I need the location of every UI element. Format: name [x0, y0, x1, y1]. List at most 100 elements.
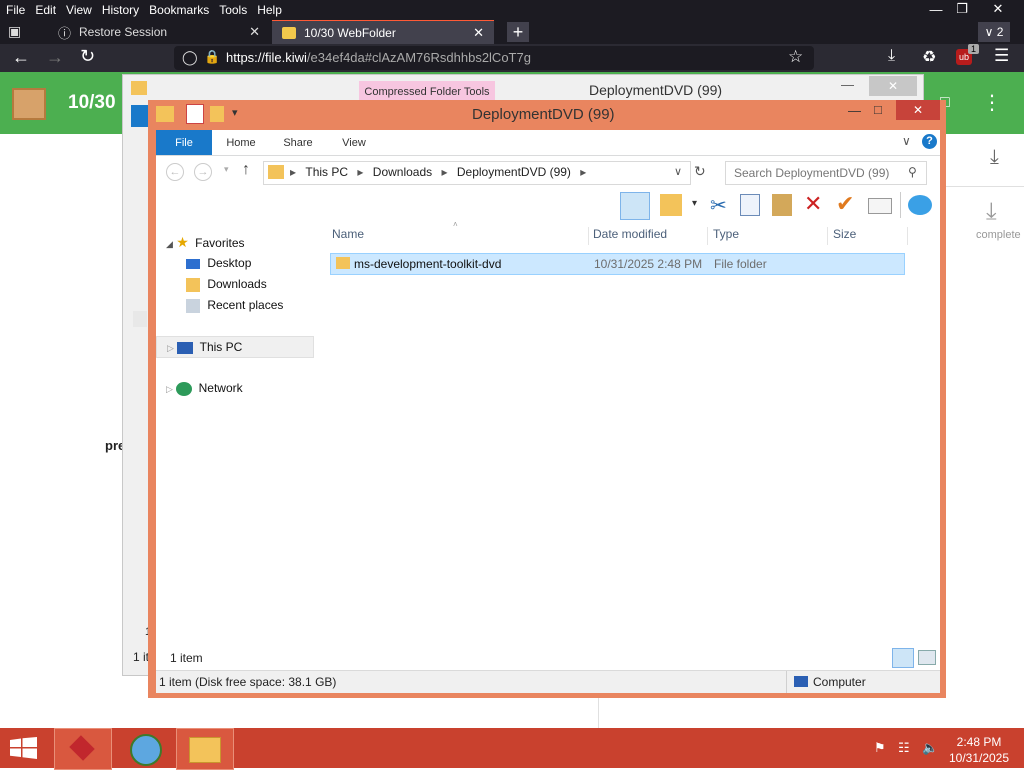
address-dropdown-icon[interactable]: ∨: [674, 165, 682, 178]
taskbar-file-explorer[interactable]: [176, 728, 234, 770]
shield-icon[interactable]: ◯: [182, 49, 198, 66]
folder-options-icon[interactable]: [660, 194, 682, 216]
url-bar[interactable]: ◯ 🔒 https://file.kiwi/e34ef4da#clAzAM76R…: [174, 46, 814, 70]
status-divider: [786, 671, 787, 693]
tab-home[interactable]: Home: [216, 130, 266, 155]
download-arrow-icon[interactable]: ⤓: [990, 146, 999, 169]
url-path: /e34ef4da#clAzAM76Rsdhhbs2lCoT7g: [306, 50, 531, 65]
nav-favorites[interactable]: ◢ ★ Favorites: [156, 232, 314, 252]
forward-icon[interactable]: →: [194, 163, 212, 181]
bookmark-star-icon[interactable]: ☆: [788, 47, 803, 67]
dropdown-icon[interactable]: ▾: [692, 198, 697, 209]
url-host: https://file.kiwi: [226, 50, 307, 65]
nav-network[interactable]: ▷ Network: [156, 378, 314, 398]
copy-icon[interactable]: [740, 194, 760, 216]
nav-desktop[interactable]: Desktop: [156, 253, 314, 273]
large-icons-view-icon[interactable]: [918, 650, 936, 665]
reload-icon[interactable]: ↻: [80, 46, 95, 67]
box-logo-icon: [12, 88, 46, 120]
details-view-icon[interactable]: [892, 648, 914, 668]
paste-icon[interactable]: [772, 194, 792, 216]
tab-file[interactable]: File: [156, 130, 212, 155]
up-arrow-icon[interactable]: ↑: [242, 161, 250, 179]
search-icon[interactable]: ⚲: [908, 165, 917, 179]
clock[interactable]: 2:48 PM 10/31/2025: [944, 734, 1014, 766]
check-icon[interactable]: ✔: [836, 191, 854, 217]
hamburger-menu-icon[interactable]: ☰: [994, 46, 1009, 66]
extensions-icon[interactable]: ♻: [922, 47, 936, 67]
windows-start-icon[interactable]: [10, 737, 38, 759]
column-date-modified[interactable]: Date modified: [593, 227, 708, 245]
more-vert-icon[interactable]: ⋮: [982, 90, 1002, 115]
nav-label: Desktop: [207, 256, 252, 270]
properties-icon[interactable]: [186, 104, 204, 124]
nav-recent-places[interactable]: Recent places: [156, 295, 314, 315]
tab-strip: ▣ ⓘ Restore Session ✕ 10/30 WebFolder ✕ …: [0, 20, 1024, 45]
tab-view[interactable]: View: [332, 130, 376, 155]
file-row[interactable]: ms-development-toolkit-dvd 10/31/2025 2:…: [330, 253, 905, 275]
ribbon-expand-icon[interactable]: ∨: [902, 134, 911, 148]
minimize-button[interactable]: —: [848, 103, 861, 118]
breadcrumb-this-pc[interactable]: This PC: [305, 165, 348, 179]
preview-pane-icon[interactable]: [620, 192, 650, 220]
recent-locations-icon[interactable]: ▾: [224, 164, 229, 175]
downloads-folder-icon: [186, 277, 200, 292]
menu-view[interactable]: View: [60, 0, 96, 20]
tab-restore-session[interactable]: ⓘ Restore Session ✕: [42, 20, 270, 44]
menu-bookmarks[interactable]: Bookmarks: [143, 0, 213, 20]
network-icon: [176, 381, 193, 396]
action-center-flag-icon[interactable]: ⚑: [874, 740, 886, 756]
menu-file[interactable]: File: [0, 0, 29, 20]
address-bar[interactable]: ▸ This PC ▸ Downloads ▸ DeploymentDVD (9…: [263, 161, 691, 185]
folder-icon: [282, 27, 296, 39]
breadcrumb-downloads[interactable]: Downloads: [373, 165, 432, 179]
globe-icon[interactable]: [908, 195, 932, 215]
taskbar-app-1[interactable]: [54, 728, 112, 770]
help-icon[interactable]: ?: [922, 134, 937, 149]
ribbon-tabs: File Home Share View ∨ ?: [156, 130, 940, 156]
tab-webfolder[interactable]: 10/30 WebFolder ✕: [272, 20, 494, 45]
menu-help[interactable]: Help: [251, 0, 286, 20]
tab-share[interactable]: Share: [274, 130, 322, 155]
menu-edit[interactable]: Edit: [29, 0, 60, 20]
new-folder-icon[interactable]: [210, 106, 224, 122]
firefox-close-button[interactable]: ✕: [984, 1, 1012, 17]
menu-tools[interactable]: Tools: [213, 0, 251, 20]
tab-overflow-button[interactable]: ∨ 2: [978, 22, 1010, 42]
tab-list-icon[interactable]: ▣: [8, 23, 30, 41]
forward-arrow-icon[interactable]: →: [46, 47, 64, 68]
volume-muted-icon[interactable]: 🔈: [922, 740, 938, 756]
download-icon[interactable]: ⤓: [888, 47, 895, 65]
breadcrumb-deploymentdvd[interactable]: DeploymentDVD (99): [457, 165, 571, 179]
back-minimize-button[interactable]: —: [841, 77, 854, 92]
delete-icon[interactable]: ✕: [804, 191, 822, 217]
search-box[interactable]: Search DeploymentDVD (99) ⚲: [725, 161, 927, 185]
maximize-button[interactable]: □: [874, 102, 882, 117]
network-tray-icon[interactable]: ☷: [898, 740, 910, 756]
globe-browser-icon: [130, 734, 162, 766]
refresh-icon[interactable]: ↻: [694, 163, 706, 180]
rename-icon[interactable]: [868, 198, 892, 214]
firefox-minimize-button[interactable]: —: [922, 2, 950, 17]
lock-icon[interactable]: 🔒: [204, 49, 220, 65]
nav-label: Network: [198, 381, 243, 395]
close-tab-icon[interactable]: ✕: [249, 24, 260, 40]
back-icon[interactable]: ←: [166, 163, 184, 181]
close-button[interactable]: ✕: [896, 100, 940, 120]
firefox-restore-button[interactable]: ❐: [948, 1, 976, 17]
nav-this-pc[interactable]: ▷ This PC: [156, 336, 314, 358]
tab-label: 10/30 WebFolder: [304, 26, 396, 40]
close-tab-icon[interactable]: ✕: [473, 25, 484, 41]
nav-downloads[interactable]: Downloads: [156, 274, 314, 294]
menu-history[interactable]: History: [96, 0, 143, 20]
column-name[interactable]: Name: [332, 227, 589, 245]
column-size[interactable]: Size: [833, 227, 908, 245]
column-label: Name: [332, 227, 365, 241]
qat-dropdown-icon[interactable]: ▾: [232, 106, 238, 119]
back-arrow-icon[interactable]: ←: [12, 47, 30, 68]
taskbar-browser[interactable]: [116, 728, 172, 768]
column-type[interactable]: Type: [713, 227, 828, 245]
back-close-button[interactable]: ✕: [869, 76, 917, 96]
new-tab-button[interactable]: +: [507, 22, 529, 42]
cut-icon[interactable]: ✂: [710, 193, 727, 218]
